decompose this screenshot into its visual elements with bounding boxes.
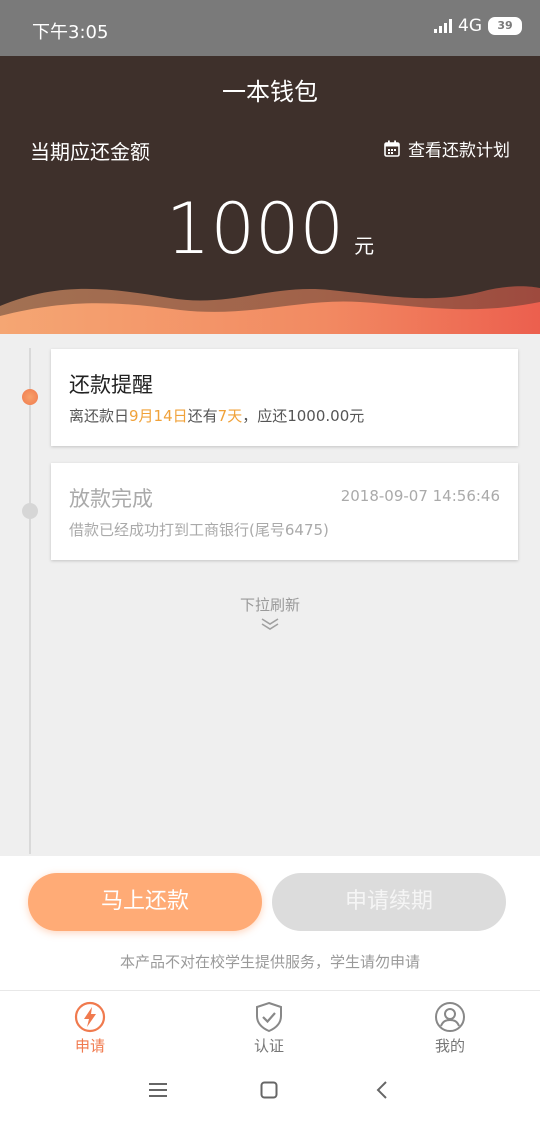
- apply-extension-button[interactable]: 申请续期: [272, 873, 506, 931]
- view-plan-label: 查看还款计划: [408, 141, 510, 161]
- tab-bar: 申请 认证 我的: [0, 990, 540, 1061]
- battery-icon: 39: [488, 17, 522, 35]
- tab-verify-label: 认证: [253, 1037, 284, 1055]
- pull-refresh-label: 下拉刷新: [239, 596, 300, 614]
- view-plan-link[interactable]: 查看还款计划: [384, 136, 510, 161]
- loan-complete-card[interactable]: 放款完成 2018-09-07 14:56:46 借款已经成功打到工商银行(尾号…: [51, 463, 518, 560]
- app-title: 一本钱包: [222, 78, 318, 106]
- tab-mine-label: 我的: [434, 1037, 465, 1055]
- status-right: 4G 39: [434, 16, 522, 36]
- tab-apply[interactable]: 申请: [45, 1001, 135, 1056]
- lightning-icon: [74, 1001, 106, 1033]
- menu-icon[interactable]: [149, 1082, 167, 1098]
- due-amount-label: 当期应还金额: [30, 140, 150, 164]
- shield-check-icon: [256, 1001, 282, 1033]
- due-amount-value: 1000: [165, 188, 345, 270]
- tab-apply-label: 申请: [74, 1037, 105, 1055]
- home-icon[interactable]: [260, 1081, 278, 1099]
- status-bar: 下午3:05 4G 39: [0, 0, 540, 56]
- pull-refresh-hint: 下拉刷新: [0, 594, 540, 635]
- network-type: 4G: [458, 16, 482, 36]
- timeline-dot-active: [22, 389, 38, 405]
- student-notice: 本产品不对在校学生提供服务，学生请勿申请: [119, 953, 420, 971]
- user-icon: [435, 1002, 465, 1032]
- repay-now-button[interactable]: 马上还款: [28, 873, 262, 931]
- due-amount-unit: 元: [354, 234, 375, 258]
- tab-mine[interactable]: 我的: [405, 1001, 495, 1056]
- system-nav-bar: [0, 1060, 540, 1124]
- reminder-desc: 离还款日9月14日还有7天，应还1000.00元: [69, 407, 365, 425]
- bottom-actions: 马上还款 申请续期 本产品不对在校学生提供服务，学生请勿申请: [0, 856, 540, 990]
- calendar-icon: [384, 140, 400, 157]
- timeline-dot-inactive: [22, 503, 38, 519]
- double-chevron-down-icon: [261, 618, 279, 630]
- reminder-title: 还款提醒: [69, 373, 153, 397]
- status-time: 下午3:05: [32, 22, 109, 43]
- tab-verify[interactable]: 认证: [224, 1001, 314, 1056]
- due-amount: 1000 元: [0, 188, 540, 270]
- header-wave: [0, 286, 540, 334]
- reminder-due-date: 9月14日: [129, 407, 188, 425]
- back-icon[interactable]: [376, 1081, 388, 1099]
- repayment-reminder-card[interactable]: 还款提醒 离还款日9月14日还有7天，应还1000.00元: [51, 349, 518, 446]
- loan-timestamp: 2018-09-07 14:56:46: [340, 487, 500, 505]
- summary-header: 一本钱包 当期应还金额 查看还款计划 1000 元: [0, 56, 540, 334]
- signal-icon: [434, 19, 452, 33]
- loan-desc: 借款已经成功打到工商银行(尾号6475): [69, 521, 329, 539]
- reminder-days-left: 7天: [217, 407, 243, 425]
- loan-title: 放款完成: [69, 487, 153, 511]
